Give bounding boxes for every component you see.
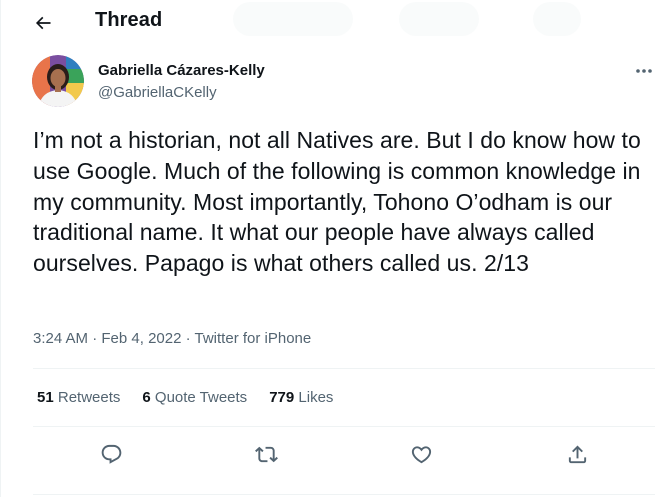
retweets-count: 51 <box>37 389 54 406</box>
arrow-left-icon <box>35 16 51 30</box>
meta-separator: · <box>181 330 195 347</box>
back-button[interactable] <box>25 8 61 38</box>
reply-button[interactable] <box>95 438 127 470</box>
likes-label: Likes <box>298 389 334 406</box>
avatar[interactable] <box>32 55 84 107</box>
thread-header: Thread <box>1 0 663 46</box>
avatar-image <box>32 55 84 107</box>
meta-separator: · <box>88 330 102 347</box>
author-handle[interactable]: @GabriellaCKelly <box>98 84 217 101</box>
quote-tweets-label: Quote Tweets <box>154 389 248 406</box>
author-name[interactable]: Gabriella Cázares-Kelly <box>98 62 265 79</box>
quote-tweets-stat[interactable]: 6 Quote Tweets <box>142 389 247 406</box>
more-options-button[interactable] <box>629 60 659 82</box>
more-dots-icon <box>636 69 652 73</box>
blurred-background-element <box>399 2 479 36</box>
divider <box>33 494 655 495</box>
tweet-text: I’m not a historian, not all Natives are… <box>33 127 641 277</box>
share-button[interactable] <box>561 438 593 470</box>
like-button[interactable] <box>405 438 437 470</box>
divider <box>33 426 655 427</box>
blurred-background-element <box>233 2 353 36</box>
likes-stat[interactable]: 779 Likes <box>269 389 333 406</box>
likes-count: 779 <box>269 389 295 406</box>
heart-icon <box>411 445 431 463</box>
reply-icon <box>101 444 121 464</box>
retweet-icon <box>254 446 278 462</box>
tweet-author-row: Gabriella Cázares-Kelly @GabriellaCKelly <box>31 54 661 110</box>
tweet-thread-page: Thread Gabriella Cázares-Kelly @Gabriell… <box>0 0 663 497</box>
retweet-button[interactable] <box>250 438 282 470</box>
quote-tweets-count: 6 <box>142 389 151 406</box>
tweet-stats: 51 Retweets 6 Quote Tweets 779 Likes <box>37 389 355 406</box>
divider <box>33 368 655 369</box>
tweet-metadata: 3:24 AM · Feb 4, 2022 · Twitter for iPho… <box>33 330 311 347</box>
tweet-actions <box>33 438 655 470</box>
page-title: Thread <box>95 9 163 31</box>
tweet-source[interactable]: Twitter for iPhone <box>195 330 312 347</box>
tweet-date[interactable]: Feb 4, 2022 <box>101 330 181 347</box>
retweets-stat[interactable]: 51 Retweets <box>37 389 120 406</box>
blurred-background-element <box>533 2 581 36</box>
tweet-time[interactable]: 3:24 AM <box>33 330 88 347</box>
retweets-label: Retweets <box>57 389 121 406</box>
share-icon <box>568 444 586 463</box>
